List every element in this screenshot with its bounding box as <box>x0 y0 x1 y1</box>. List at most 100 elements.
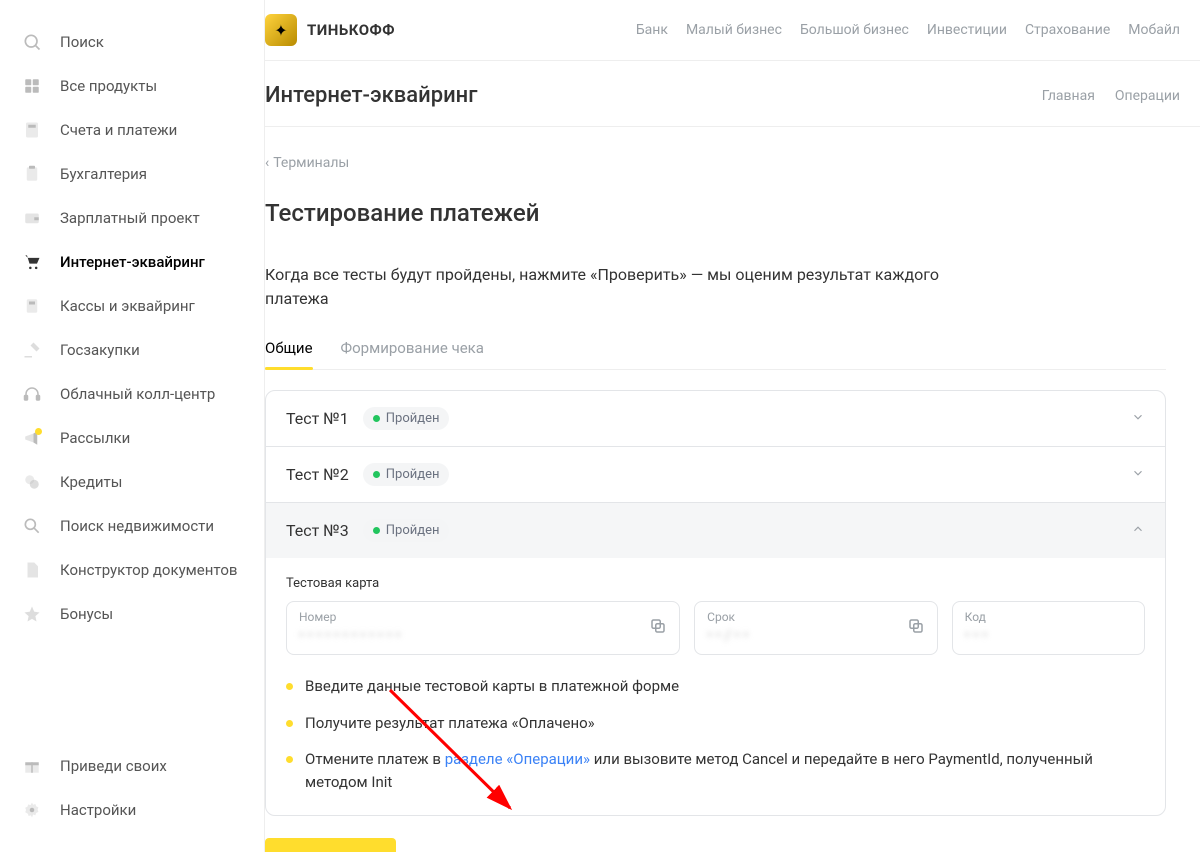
search-house-icon <box>20 514 44 538</box>
step-item: Введите данные тестовой карты в платежно… <box>286 675 1145 698</box>
test-row-header[interactable]: Тест №3 Пройден <box>266 503 1165 558</box>
brand[interactable]: ✦ ТИНЬКОФФ <box>265 14 395 46</box>
tab-receipt[interactable]: Формирование чека <box>341 331 484 369</box>
megaphone-icon <box>20 426 44 450</box>
breadcrumb-label: Терминалы <box>273 155 349 171</box>
headset-icon <box>20 382 44 406</box>
topnav-invest[interactable]: Инвестиции <box>927 22 1007 38</box>
sidebar-item-campaigns[interactable]: Рассылки <box>0 416 264 460</box>
wallet-icon <box>20 206 44 230</box>
calculator-icon <box>20 118 44 142</box>
sidebar-item-real-estate-search[interactable]: Поиск недвижимости <box>0 504 264 548</box>
test-row-1: Тест №1 Пройден <box>266 391 1165 447</box>
operations-link[interactable]: разделе «Операции» <box>445 750 590 768</box>
sidebar-item-gov-procurement[interactable]: Госзакупки <box>0 328 264 372</box>
sidebar-item-label: Поиск <box>60 33 104 51</box>
topnav-small-biz[interactable]: Малый бизнес <box>686 22 782 38</box>
subnav-main[interactable]: Главная <box>1042 88 1095 104</box>
copy-icon[interactable] <box>907 617 925 639</box>
sidebar-item-bonuses[interactable]: Бонусы <box>0 592 264 636</box>
sidebar-item-accounts[interactable]: Счета и платежи <box>0 108 264 152</box>
card-code-field[interactable]: Код • • • <box>952 601 1145 655</box>
page-title: Тестирование платежей <box>265 199 1166 227</box>
brand-name: ТИНЬКОФФ <box>307 21 395 39</box>
card-expiry-field[interactable]: Срок • • / • • <box>694 601 938 655</box>
sidebar-item-ecom-acquiring[interactable]: Интернет-эквайринг <box>0 240 264 284</box>
sidebar-item-label: Бухгалтерия <box>60 165 147 183</box>
tabs: Общие Формирование чека <box>265 331 1166 370</box>
sidebar-item-label: Поиск недвижимости <box>60 517 214 535</box>
gear-icon <box>20 798 44 822</box>
status-dot-icon <box>373 471 380 478</box>
chevron-left-icon: ‹ <box>265 155 269 171</box>
sidebar-item-salary[interactable]: Зарплатный проект <box>0 196 264 240</box>
step-item: Получите результат платежа «Оплачено» <box>286 712 1145 735</box>
topnav-insurance[interactable]: Страхование <box>1025 22 1110 38</box>
sidebar-item-label: Приведи своих <box>60 757 167 775</box>
card-expiry-value: • • / • • <box>707 626 925 644</box>
test-title: Тест №2 <box>286 465 349 484</box>
chevron-up-icon <box>1131 521 1145 540</box>
pos-icon <box>20 294 44 318</box>
gift-icon <box>20 754 44 778</box>
section-title: Интернет-эквайринг <box>265 83 477 108</box>
card-fields: Номер • • • • • • • • • • • • Срок • • /… <box>286 601 1145 655</box>
cart-icon <box>20 250 44 274</box>
coins-icon <box>20 470 44 494</box>
test-row-header[interactable]: Тест №2 Пройден <box>266 447 1165 502</box>
sidebar-item-all-products[interactable]: Все продукты <box>0 64 264 108</box>
sidebar-item-referral[interactable]: Приведи своих <box>0 744 264 788</box>
chevron-down-icon <box>1131 409 1145 428</box>
search-icon <box>20 30 44 54</box>
status-dot-icon <box>373 415 380 422</box>
check-button[interactable]: Проверить <box>265 838 396 852</box>
sidebar-item-credits[interactable]: Кредиты <box>0 460 264 504</box>
step-item: Отмените платеж в разделе «Операции» или… <box>286 748 1145 793</box>
sidebar-item-settings[interactable]: Настройки <box>0 788 264 832</box>
topnav-bank[interactable]: Банк <box>636 22 668 38</box>
sidebar-item-label: Госзакупки <box>60 341 140 359</box>
tab-general[interactable]: Общие <box>265 331 313 369</box>
page-description: Когда все тесты будут пройдены, нажмите … <box>265 263 985 311</box>
status-badge: Пройден <box>363 407 450 430</box>
star-icon <box>20 602 44 626</box>
sidebar-item-label: Кредиты <box>60 473 122 491</box>
top-nav: Банк Малый бизнес Большой бизнес Инвести… <box>636 22 1200 38</box>
test-row-2: Тест №2 Пройден <box>266 447 1165 503</box>
test-steps: Введите данные тестовой карты в платежно… <box>286 675 1145 793</box>
sidebar-item-pos-acquiring[interactable]: Кассы и эквайринг <box>0 284 264 328</box>
field-label: Срок <box>707 610 925 624</box>
status-badge: Пройден <box>363 463 450 486</box>
grid-icon <box>20 74 44 98</box>
subnav-operations[interactable]: Операции <box>1115 88 1180 104</box>
status-dot-icon <box>373 527 380 534</box>
content: ‹ Терминалы Тестирование платежей Когда … <box>265 127 1200 852</box>
test-row-3: Тест №3 Пройден Тестовая карта Номер • •… <box>266 503 1165 815</box>
topnav-mobile[interactable]: Мобайл <box>1128 22 1180 38</box>
test-row-header[interactable]: Тест №1 Пройден <box>266 391 1165 446</box>
breadcrumb[interactable]: ‹ Терминалы <box>265 155 1166 171</box>
field-label: Код <box>965 610 1132 624</box>
card-number-field[interactable]: Номер • • • • • • • • • • • • <box>286 601 680 655</box>
clipboard-icon <box>20 162 44 186</box>
topbar: ✦ ТИНЬКОФФ Банк Малый бизнес Большой биз… <box>265 0 1200 61</box>
card-code-value: • • • <box>965 626 1132 644</box>
status-badge: Пройден <box>363 519 450 542</box>
sidebar-item-label: Кассы и эквайринг <box>60 297 195 315</box>
document-icon <box>20 558 44 582</box>
test-title: Тест №1 <box>286 409 349 428</box>
subbar: Интернет-эквайринг Главная Операции <box>265 61 1200 127</box>
sidebar-item-accounting[interactable]: Бухгалтерия <box>0 152 264 196</box>
topnav-big-biz[interactable]: Большой бизнес <box>800 22 909 38</box>
sidebar-item-label: Конструктор документов <box>60 561 237 579</box>
sidebar-item-doc-builder[interactable]: Конструктор документов <box>0 548 264 592</box>
sidebar: Поиск Все продукты Счета и платежи Бухга… <box>0 0 265 852</box>
brand-logo-icon: ✦ <box>265 14 297 46</box>
sidebar-item-label: Зарплатный проект <box>60 209 200 227</box>
main: ✦ ТИНЬКОФФ Банк Малый бизнес Большой биз… <box>265 0 1200 852</box>
sidebar-item-call-center[interactable]: Облачный колл-центр <box>0 372 264 416</box>
copy-icon[interactable] <box>649 617 667 639</box>
sidebar-item-search[interactable]: Поиск <box>0 20 264 64</box>
field-label: Номер <box>299 610 667 624</box>
gavel-icon <box>20 338 44 362</box>
